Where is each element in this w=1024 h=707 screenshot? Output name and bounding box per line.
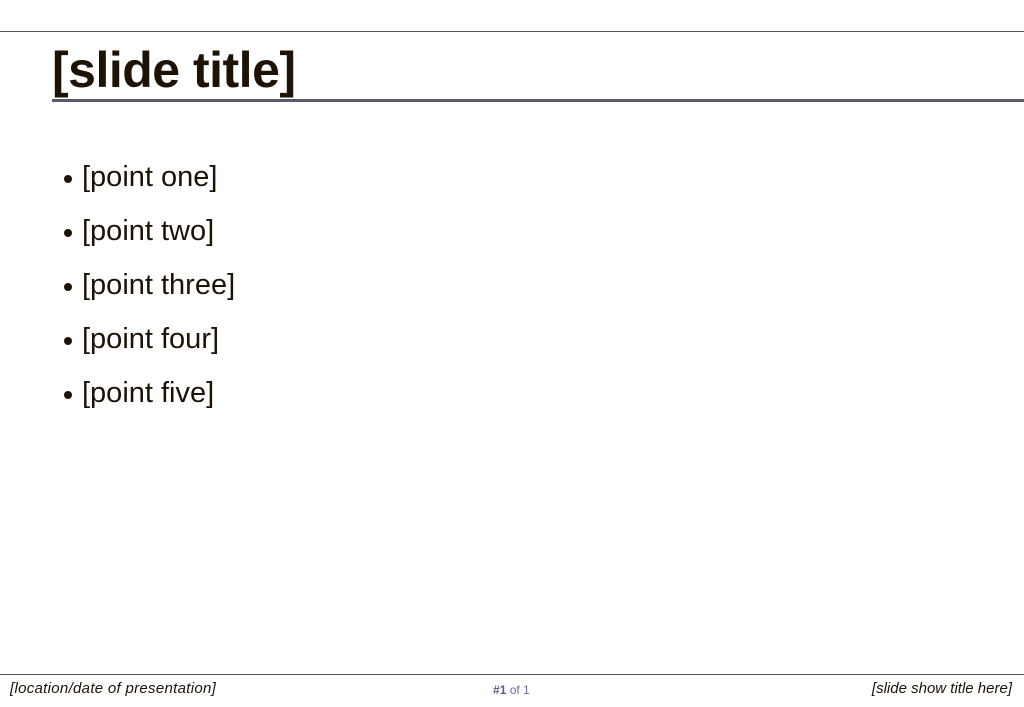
bullet-icon	[64, 228, 72, 237]
bullet-point-text: [point three]	[82, 269, 236, 301]
slide-title: [slide title]	[52, 42, 296, 98]
bullet-point-text: [point four]	[82, 323, 220, 355]
footer-location-date: [location/date of presentation]	[10, 680, 217, 697]
top-divider	[0, 31, 1024, 32]
bullet-point-text: [point five]	[82, 377, 215, 409]
footer-slideshow-title: [slide show title here]	[871, 680, 1012, 697]
bullet-point: [point one]	[64, 150, 235, 204]
slide-total: of 1	[509, 683, 530, 697]
bullet-point-text: [point two]	[82, 215, 215, 247]
bullet-icon	[64, 282, 72, 291]
slide-counter[interactable]: #1 of 1	[493, 683, 530, 697]
bullet-point: [point two]	[64, 204, 235, 258]
bullet-icon	[64, 336, 72, 345]
current-slide-number: 1	[499, 683, 507, 697]
bullet-point: [point five]	[64, 366, 235, 420]
bullet-list: [point one] [point two] [point three] [p…	[64, 150, 235, 420]
bullet-icon	[64, 174, 72, 183]
bullet-icon	[64, 390, 72, 399]
bullet-point: [point four]	[64, 312, 235, 366]
bullet-point-text: [point one]	[82, 161, 218, 193]
title-underline	[52, 99, 1024, 102]
footer-divider	[0, 674, 1024, 675]
bullet-point: [point three]	[64, 258, 235, 312]
slide-number-prefix: #	[493, 683, 500, 697]
